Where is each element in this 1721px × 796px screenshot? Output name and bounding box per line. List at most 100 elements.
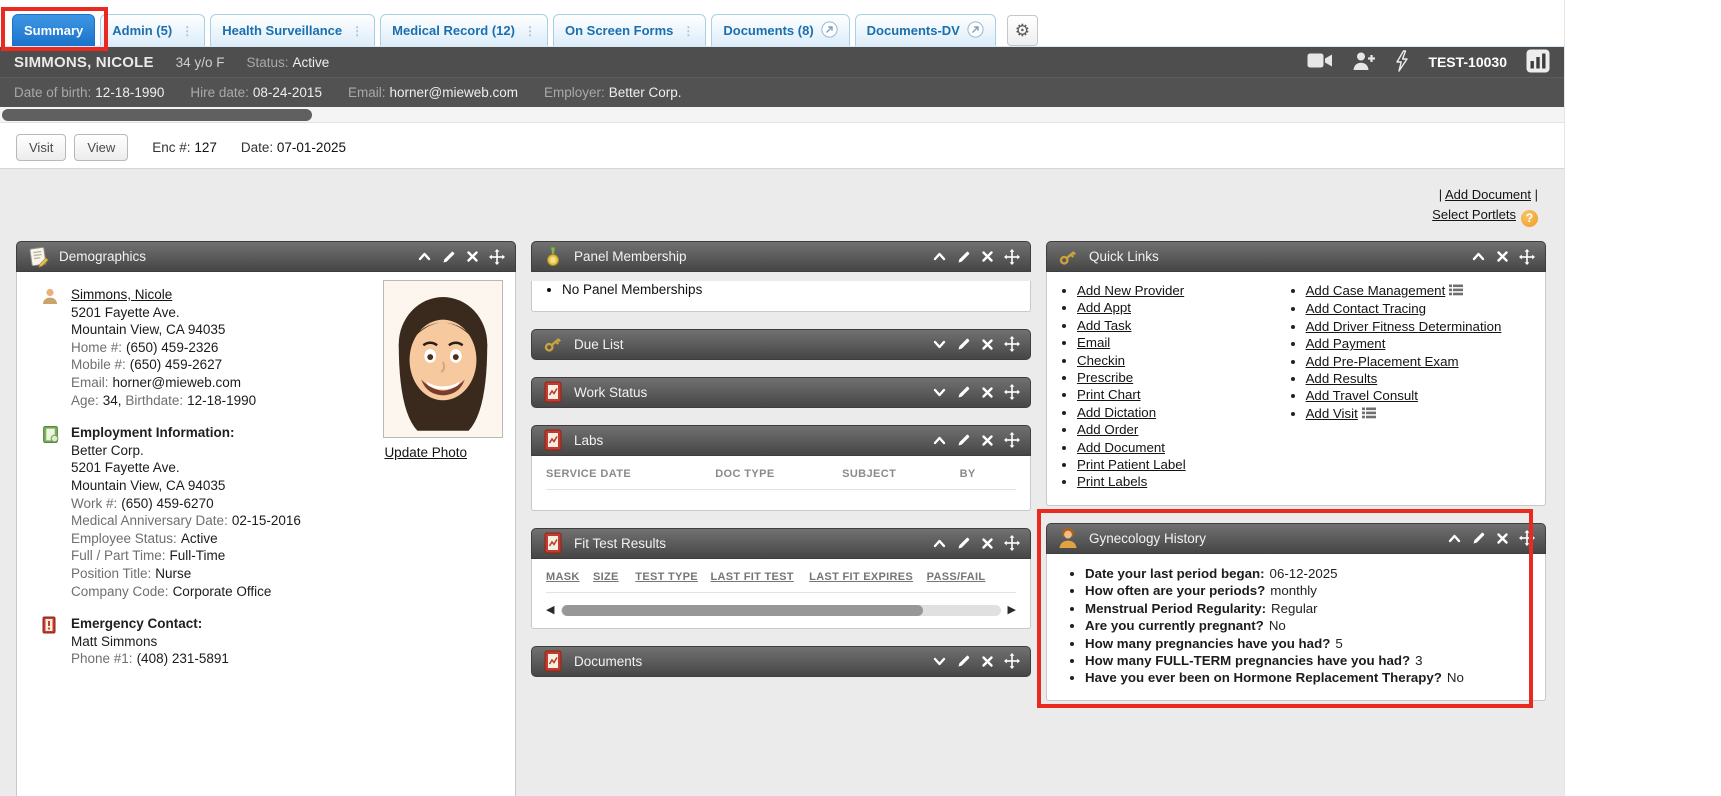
quick-link[interactable]: Add New Provider: [1077, 283, 1184, 298]
edit-icon[interactable]: [957, 654, 971, 668]
close-icon[interactable]: [981, 434, 994, 447]
scroll-right-icon[interactable]: ▶: [1008, 605, 1016, 616]
quick-links-header[interactable]: Quick Links: [1046, 241, 1546, 272]
quick-link[interactable]: Add Results: [1306, 371, 1378, 386]
close-icon[interactable]: [981, 655, 994, 668]
quick-link[interactable]: Email: [1077, 335, 1110, 350]
documents-header[interactable]: Documents: [531, 646, 1031, 677]
column-header[interactable]: MASK: [546, 571, 593, 583]
quick-link[interactable]: Checkin: [1077, 353, 1125, 368]
add-user-icon[interactable]: [1352, 51, 1376, 74]
tab-settings-button[interactable]: ⚙: [1007, 15, 1038, 46]
quick-link[interactable]: Add Contact Tracing: [1306, 301, 1426, 316]
edit-icon[interactable]: [957, 385, 971, 399]
select-portlets-link[interactable]: Select Portlets: [1432, 207, 1516, 222]
tab-documents[interactable]: Documents (8): [711, 14, 849, 46]
open-external-icon[interactable]: [967, 21, 984, 41]
close-icon[interactable]: [981, 537, 994, 550]
close-icon[interactable]: [981, 338, 994, 351]
column-header[interactable]: LAST FIT EXPIRES: [809, 571, 927, 583]
tab-documents-dv[interactable]: Documents-DV: [855, 14, 996, 46]
column-header[interactable]: PASS/FAIL: [927, 571, 988, 583]
move-icon[interactable]: [1004, 535, 1020, 551]
edit-icon[interactable]: [957, 250, 971, 264]
quick-link[interactable]: Prescribe: [1077, 370, 1133, 385]
header-scrollbar-track[interactable]: [0, 107, 1564, 123]
close-icon[interactable]: [981, 386, 994, 399]
video-camera-icon[interactable]: [1307, 52, 1333, 72]
tab-on-screen-forms[interactable]: On Screen Forms ⋮: [553, 14, 706, 46]
collapse-icon[interactable]: [932, 536, 947, 551]
work-status-header[interactable]: Work Status: [531, 377, 1031, 408]
grid-list-icon[interactable]: [1362, 407, 1376, 422]
close-icon[interactable]: [1496, 250, 1509, 263]
move-icon[interactable]: [489, 249, 505, 265]
patient-name-link[interactable]: Simmons, Nicole: [71, 287, 172, 302]
quick-link[interactable]: Add Pre-Placement Exam: [1306, 354, 1459, 369]
quick-link[interactable]: Add Payment: [1306, 336, 1386, 351]
close-icon[interactable]: [466, 250, 479, 263]
column-header[interactable]: SERVICE DATE: [546, 468, 715, 480]
bar-chart-icon[interactable]: [1526, 49, 1550, 76]
tab-admin[interactable]: Admin (5) ⋮: [100, 14, 205, 46]
quick-link[interactable]: Print Labels: [1077, 474, 1147, 489]
quick-link[interactable]: Add Case Management: [1306, 283, 1446, 298]
move-icon[interactable]: [1519, 530, 1535, 546]
column-header[interactable]: TEST TYPE: [635, 571, 710, 583]
edit-icon[interactable]: [442, 250, 456, 264]
scroll-left-icon[interactable]: ◀: [546, 605, 554, 616]
labs-header[interactable]: Labs: [531, 425, 1031, 456]
add-document-link[interactable]: Add Document: [1445, 187, 1531, 202]
edit-icon[interactable]: [1472, 531, 1486, 545]
collapse-icon[interactable]: [932, 433, 947, 448]
collapse-icon[interactable]: [1471, 249, 1486, 264]
due-list-header[interactable]: Due List: [531, 329, 1031, 360]
move-icon[interactable]: [1004, 336, 1020, 352]
help-icon[interactable]: ?: [1521, 210, 1538, 227]
fit-test-results-header[interactable]: Fit Test Results: [531, 528, 1031, 559]
expand-icon[interactable]: [932, 385, 947, 400]
demographics-header[interactable]: Demographics: [16, 241, 516, 272]
open-external-icon[interactable]: [821, 21, 838, 41]
collapse-icon[interactable]: [1447, 531, 1462, 546]
quick-link[interactable]: Add Order: [1077, 422, 1138, 437]
tab-medical-record[interactable]: Medical Record (12) ⋮: [380, 14, 548, 46]
tab-health-surveillance[interactable]: Health Surveillance ⋮: [210, 14, 375, 46]
edit-icon[interactable]: [957, 433, 971, 447]
column-header[interactable]: BY: [960, 468, 1016, 480]
tab-summary[interactable]: Summary: [12, 14, 95, 46]
scrollbar-thumb[interactable]: [562, 605, 922, 616]
close-icon[interactable]: [1496, 532, 1509, 545]
move-icon[interactable]: [1519, 249, 1535, 265]
collapse-icon[interactable]: [417, 249, 432, 264]
quick-link[interactable]: Print Patient Label: [1077, 457, 1186, 472]
move-icon[interactable]: [1004, 384, 1020, 400]
close-icon[interactable]: [981, 250, 994, 263]
quick-link[interactable]: Add Visit: [1306, 406, 1358, 421]
expand-icon[interactable]: [932, 654, 947, 669]
edit-icon[interactable]: [957, 536, 971, 550]
panel-membership-header[interactable]: Panel Membership: [531, 241, 1031, 272]
quick-link[interactable]: Add Task: [1077, 318, 1131, 333]
visit-button[interactable]: Visit: [16, 134, 66, 161]
quick-link[interactable]: Add Appt: [1077, 300, 1131, 315]
grid-list-icon[interactable]: [1449, 284, 1463, 299]
gynecology-history-header[interactable]: Gynecology History: [1046, 523, 1546, 554]
quick-link[interactable]: Add Travel Consult: [1306, 388, 1418, 403]
move-icon[interactable]: [1004, 249, 1020, 265]
view-button[interactable]: View: [74, 134, 128, 161]
column-header[interactable]: LAST FIT TEST: [710, 571, 809, 583]
lightning-bolt-icon[interactable]: [1395, 50, 1409, 75]
edit-icon[interactable]: [957, 337, 971, 351]
quick-link[interactable]: Add Document: [1077, 440, 1165, 455]
header-scrollbar-thumb[interactable]: [2, 109, 312, 121]
move-icon[interactable]: [1004, 432, 1020, 448]
column-header[interactable]: SUBJECT: [842, 468, 960, 480]
move-icon[interactable]: [1004, 653, 1020, 669]
column-header[interactable]: SIZE: [593, 571, 635, 583]
quick-link[interactable]: Add Driver Fitness Determination: [1306, 319, 1502, 334]
collapse-icon[interactable]: [932, 249, 947, 264]
scrollbar-track[interactable]: [561, 605, 1000, 616]
expand-icon[interactable]: [932, 337, 947, 352]
quick-link[interactable]: Add Dictation: [1077, 405, 1156, 420]
